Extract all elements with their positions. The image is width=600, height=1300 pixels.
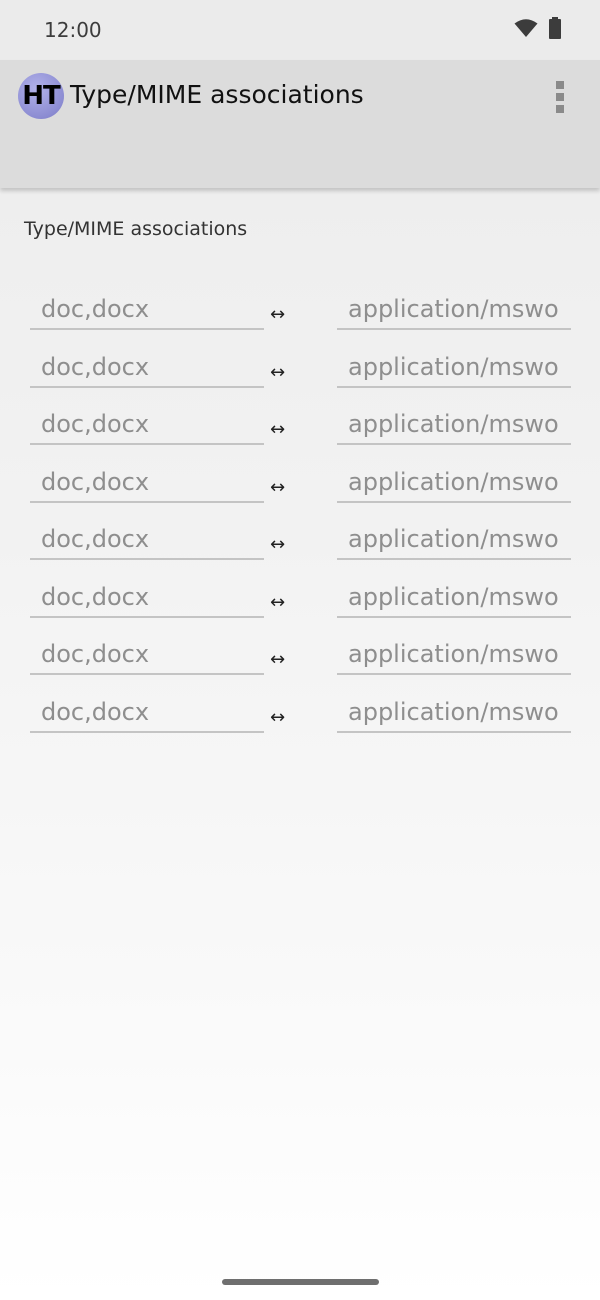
section-heading: Type/MIME associations [24,218,248,240]
status-icons [514,16,562,44]
mime-type-input[interactable] [337,635,571,675]
association-row: ↔ [0,399,600,457]
association-list: ↔ ↔ ↔ ↔ ↔ ↔ ↔ ↔ [0,284,600,744]
association-row: ↔ [0,687,600,745]
extensions-input[interactable] [30,577,264,618]
association-row: ↔ [0,284,600,342]
left-right-arrow-icon: ↔ [270,419,286,440]
left-right-arrow-icon: ↔ [270,706,286,728]
page-title: Type/MIME associations [70,80,364,109]
left-right-arrow-icon: ↔ [270,534,286,555]
extensions-input[interactable] [30,405,264,445]
mime-type-input[interactable] [337,462,571,503]
left-right-arrow-icon: ↔ [270,591,286,613]
mime-type-input[interactable] [337,577,571,618]
extensions-input[interactable] [30,462,264,503]
association-row: ↔ [0,629,600,687]
extensions-input[interactable] [30,290,264,330]
menu-dot [556,105,564,113]
battery-icon [548,16,562,44]
left-right-arrow-icon: ↔ [270,361,286,383]
status-time: 12:00 [44,18,102,42]
menu-dot [556,93,564,101]
mime-type-input[interactable] [337,520,571,560]
association-row: ↔ [0,457,600,515]
mime-type-input[interactable] [337,290,571,330]
extensions-input[interactable] [30,347,264,388]
mime-type-input[interactable] [337,692,571,733]
extensions-input[interactable] [30,635,264,675]
left-right-arrow-icon: ↔ [270,649,286,670]
association-row: ↔ [0,572,600,630]
mime-type-input[interactable] [337,347,571,388]
left-right-arrow-icon: ↔ [270,476,286,498]
association-row: ↔ [0,342,600,400]
overflow-menu-icon[interactable] [552,81,568,113]
gesture-nav-handle[interactable] [222,1279,379,1285]
menu-dot [556,81,564,89]
extensions-input[interactable] [30,520,264,560]
extensions-input[interactable] [30,692,264,733]
association-row: ↔ [0,514,600,572]
app-logo: HT [18,73,64,119]
mime-type-input[interactable] [337,405,571,445]
left-right-arrow-icon: ↔ [270,304,286,325]
status-bar: 12:00 [0,0,600,60]
wifi-icon [514,18,538,43]
